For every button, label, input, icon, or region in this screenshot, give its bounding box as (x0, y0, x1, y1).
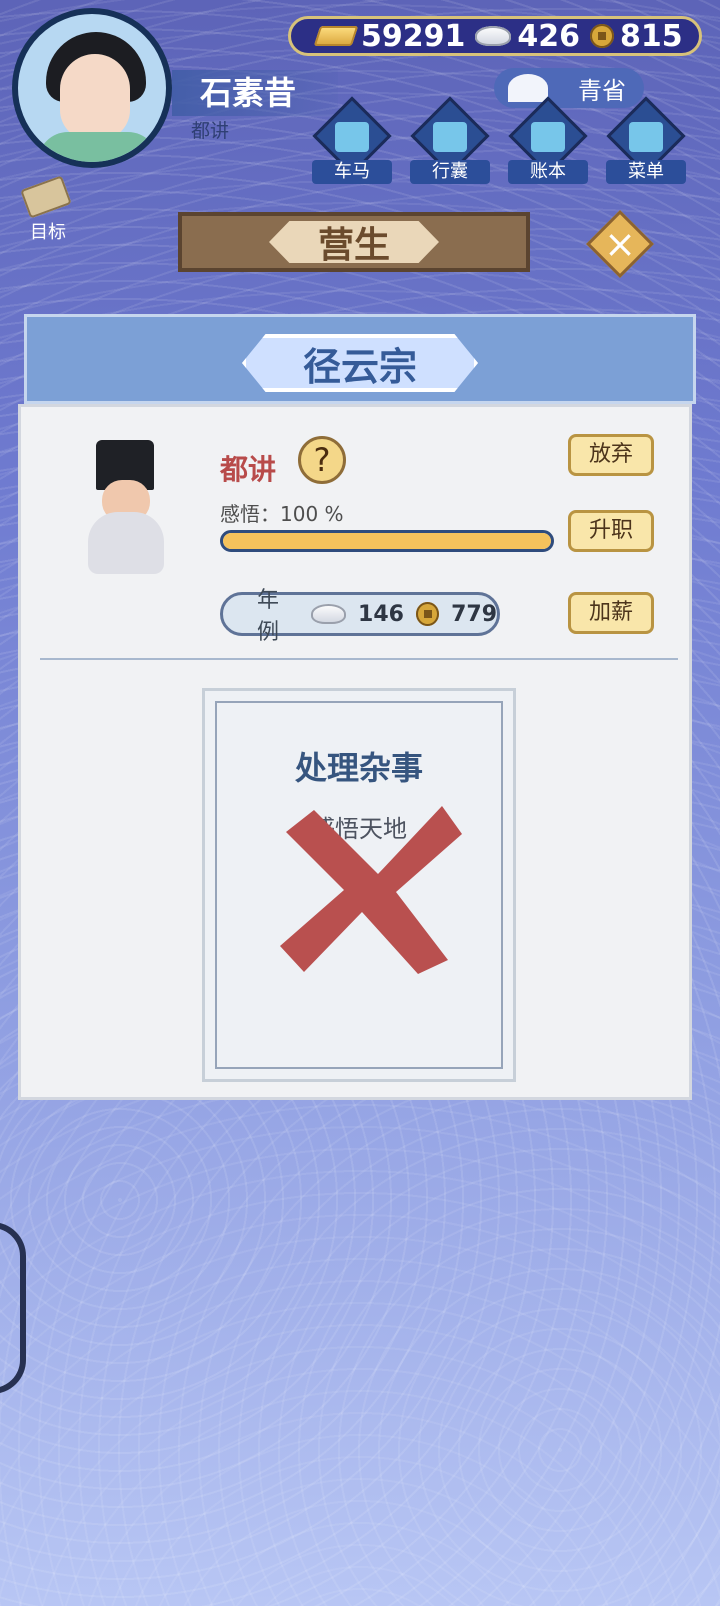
target-label: 目标 (30, 222, 66, 243)
promote-button[interactable]: 升职 (568, 510, 654, 552)
raise-salary-button[interactable]: 加薪 (568, 592, 654, 634)
menu-item-more[interactable]: 菜单 (606, 96, 686, 188)
menu-label-bag: 行囊 (410, 160, 490, 184)
gold-ingot-icon (313, 26, 359, 46)
silver-ingot-icon (475, 26, 512, 46)
close-icon: × (604, 222, 636, 266)
coin-amount: 815 (620, 18, 683, 54)
position-title: 都讲 (220, 453, 277, 486)
gold-resource: 59291 (313, 18, 466, 54)
salary-coin: 779 (451, 601, 498, 627)
panel-title: 径云宗 (302, 344, 417, 389)
panel-divider (40, 658, 678, 660)
player-rank: 都讲 (191, 120, 230, 142)
avatar-robe (38, 132, 158, 162)
player-name: 石素昔 (200, 74, 297, 112)
salary-silver: 146 (358, 601, 404, 627)
salary-pill: 年例 146 779 (220, 588, 500, 645)
disciple-portrait (88, 440, 178, 580)
copper-coin-icon (590, 24, 614, 48)
menu-item-ledger[interactable]: 账本 (508, 96, 588, 188)
qingxing-button[interactable]: 青省 (494, 68, 644, 108)
help-icon[interactable]: ? (298, 436, 346, 484)
player-avatar[interactable] (12, 8, 172, 168)
enlightenment-label: 感悟：100 % (220, 502, 344, 526)
silver-resource: 426 (475, 19, 580, 54)
salary-label: 年例 (257, 588, 280, 645)
scroll-icon (20, 175, 72, 219)
menu-label-ledger: 账本 (508, 160, 588, 184)
top-menu: 车马 行囊 账本 菜单 (312, 96, 686, 188)
task-title: 处理杂事 (294, 749, 423, 787)
cleaning-icon (508, 74, 548, 102)
target-button[interactable]: 目标 (14, 175, 76, 243)
ledger-icon (531, 122, 565, 152)
abandon-button[interactable]: 放弃 (568, 434, 654, 476)
gold-amount: 59291 (361, 18, 466, 54)
silver-ingot-icon (311, 604, 347, 624)
menu-item-bag[interactable]: 行囊 (410, 96, 490, 188)
coin-resource: 815 (590, 19, 683, 54)
menu-label-cart: 车马 (312, 160, 392, 184)
copper-coin-icon (415, 602, 440, 626)
menu-label-more: 菜单 (606, 160, 686, 184)
avatar-face (60, 54, 130, 140)
task-locked-cross-icon (280, 806, 462, 974)
enlightenment-progress (220, 530, 554, 552)
horse-cart-icon (335, 122, 369, 152)
resource-bar: 59291 426 815 (288, 16, 702, 56)
qingxing-label: 青省 (578, 76, 626, 105)
more-icon (629, 122, 663, 152)
bag-icon (433, 122, 467, 152)
section-ribbon: 营生 (178, 212, 530, 272)
menu-item-cart[interactable]: 车马 (312, 96, 392, 188)
left-edge-decoration (0, 1222, 26, 1394)
enlightenment-progress-fill (223, 533, 551, 549)
panel-title-frame: 径云宗 (242, 334, 478, 392)
disciple-robe (88, 512, 164, 574)
silver-amount: 426 (517, 18, 580, 54)
section-title: 营生 (269, 221, 439, 263)
